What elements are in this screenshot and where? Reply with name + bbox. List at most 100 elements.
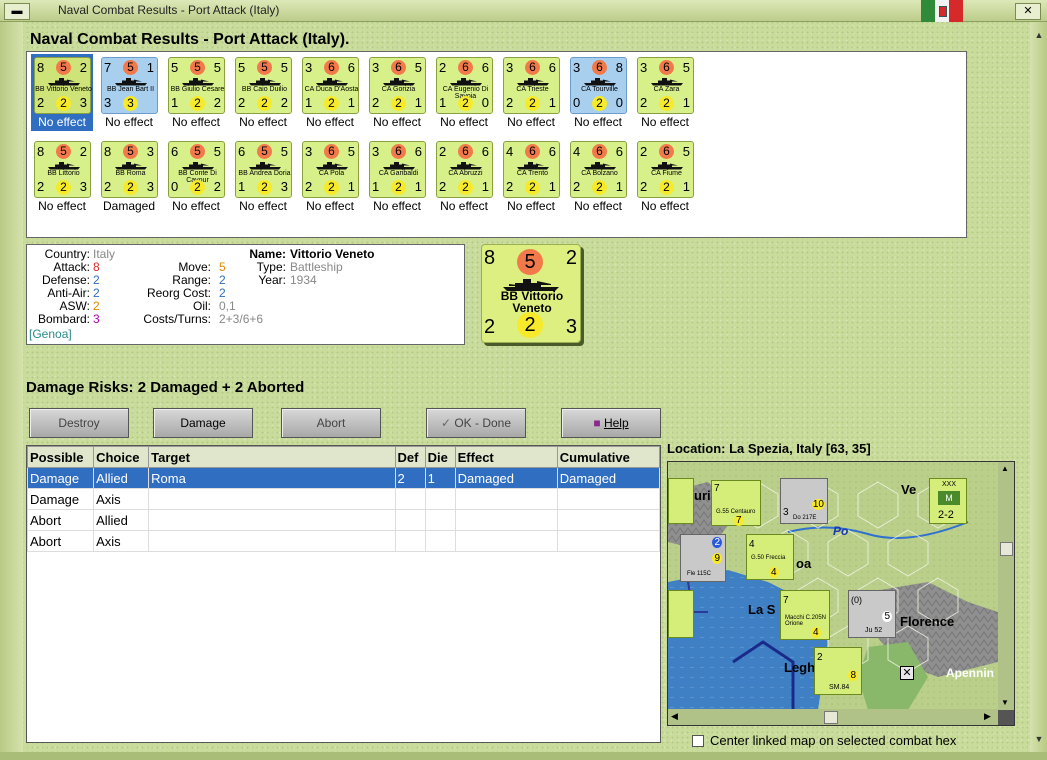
counter-defense: 2 — [305, 179, 313, 194]
map-unit-partial[interactable] — [668, 478, 694, 524]
unit-card[interactable]: 2 6 6 CA Abruzzi 2 2 1 No effect — [433, 138, 495, 215]
unit-card[interactable]: 266CA Eugenio Di Savoia120No effect — [433, 54, 495, 131]
column-header[interactable]: Def — [394, 446, 426, 468]
map-unit-g50[interactable]: 4 G.50 Freccia 4 — [746, 534, 794, 580]
counter-attack: 6 — [238, 144, 246, 159]
map-label-legh: Legh — [784, 660, 816, 675]
damage-button[interactable]: Damage — [153, 408, 253, 438]
counter-attack: 8 — [37, 144, 45, 159]
name-label: Name: — [249, 247, 286, 261]
unit-counter: 266CA Eugenio Di Savoia120 — [436, 57, 493, 114]
unit-card[interactable]: 8 5 2 BB Littorio 2 2 3 No effect — [31, 138, 93, 215]
unit-card[interactable]: 8 5 3 BB Roma 2 2 3 Damaged — [98, 138, 160, 215]
unit-card[interactable]: 5 5 5 BB Giulio Cesare 1 2 2 No effect — [165, 54, 227, 131]
counter-move: 5 — [257, 144, 272, 159]
counter-name: BB Roma — [115, 170, 146, 177]
table-row[interactable]: Damage Allied Roma 2 1 Damaged Damaged — [26, 467, 661, 489]
destroy-button[interactable]: Destroy — [29, 408, 129, 438]
column-header[interactable]: Possible — [26, 446, 95, 468]
map-unit-macchi[interactable]: 7 Macchi C.205N Orione 4 — [780, 590, 830, 640]
table-row[interactable]: Abort Allied — [26, 509, 661, 531]
port-link[interactable]: [Genoa] — [29, 327, 72, 341]
close-button[interactable]: ✕ — [1015, 3, 1041, 20]
counter-defense: 3 — [104, 95, 112, 110]
map-unit-vosges[interactable]: XXX M 2-2 — [929, 478, 967, 524]
map-unit-fle115c[interactable]: 2 9 Fle 115C — [680, 534, 726, 582]
unit-status: No effect — [105, 115, 153, 129]
linked-map[interactable]: Po urin oa La S Florence Apennin Legh Ve… — [667, 461, 1015, 726]
map-horizontal-thumb[interactable] — [824, 711, 838, 724]
counter-defense: 0 — [171, 179, 179, 194]
country-label: Country: — [44, 247, 90, 261]
counter-name: CA Bolzano — [581, 170, 618, 177]
counter-defense: 2 — [484, 316, 496, 338]
column-header[interactable]: Die — [424, 446, 456, 468]
counter-bombard: 1 — [682, 95, 690, 110]
unit-card[interactable]: 3 6 5 CA Gorizia 2 2 1 No effect — [366, 54, 428, 131]
unit-status: No effect — [172, 199, 220, 213]
system-menu-button[interactable]: ▬ — [4, 3, 30, 20]
unit-counter: 8 5 2 BB Vittorio Veneto 2 2 3 — [34, 57, 92, 114]
unit-card[interactable]: 4 6 6 CA Trento 2 2 1 No effect — [500, 138, 562, 215]
column-header[interactable]: Choice — [93, 446, 150, 468]
map-unit-partial-2[interactable] — [668, 590, 694, 638]
map-scroll-right-icon[interactable]: ▶ — [984, 711, 991, 722]
counter-name: CA Abruzzi — [448, 170, 483, 177]
unit-card[interactable]: 7 5 1 BB Jean Bart II 3 3 No effect — [98, 54, 160, 131]
counter-asw: 6 — [414, 144, 422, 159]
counter-asw: 2 — [565, 247, 577, 269]
table-row[interactable]: Damage Axis — [26, 488, 661, 510]
map-unit-sm84[interactable]: 2 8 SM.84 — [814, 647, 862, 695]
unit-card[interactable]: 3 6 6 CA Garibaldi 1 2 1 No effect — [366, 138, 428, 215]
map-unit-do217[interactable]: 3 Do 217E 10 — [780, 478, 828, 524]
counter-asw: 5 — [347, 144, 355, 159]
unit-counter: 8 5 3 BB Roma 2 2 3 — [101, 141, 158, 198]
table-cell — [394, 530, 426, 552]
ship-icon — [115, 162, 147, 170]
counter-defense: 2 — [573, 179, 581, 194]
center-map-checkbox[interactable]: Center linked map on selected combat hex — [692, 733, 956, 748]
unit-card[interactable]: 3 6 6 CA Duca D'Aosta 1 2 1 No effect — [299, 54, 361, 131]
unit-card[interactable]: 4 6 6 CA Bolzano 2 2 1 No effect — [567, 138, 629, 215]
counter-antiair: 2 — [592, 96, 607, 111]
map-vertical-thumb[interactable] — [1000, 542, 1013, 556]
help-button[interactable]: ■ Help — [561, 408, 661, 438]
counter-defense: 2 — [640, 95, 648, 110]
map-scroll-up-icon[interactable]: ▲ — [1001, 464, 1009, 473]
unit-status: No effect — [507, 199, 555, 213]
unit-card[interactable]: 2 6 5 CA Fiume 2 2 1 No effect — [634, 138, 696, 215]
counter-antiair: 3 — [123, 96, 138, 111]
counter-name: CA Trento — [516, 170, 549, 177]
map-unit-ju52[interactable]: (0) 5 Ju 52 — [848, 590, 896, 638]
table-row[interactable]: Abort Axis — [26, 530, 661, 552]
map-horizontal-scrollbar[interactable]: ◀ ▶ — [668, 709, 998, 725]
unit-counter: 3 6 5 CA Zara 2 2 1 — [637, 57, 694, 114]
scroll-down-icon[interactable]: ▼ — [1033, 734, 1045, 744]
unit-card[interactable]: 3 6 5 CA Pola 2 2 1 No effect — [299, 138, 361, 215]
counter-asw: 6 — [481, 144, 489, 159]
map-scroll-down-icon[interactable]: ▼ — [1001, 698, 1009, 707]
table-cell — [454, 488, 558, 510]
checkbox-box[interactable] — [692, 735, 704, 747]
unit-card[interactable]: 3 6 5 CA Zara 2 2 1 No effect — [634, 54, 696, 131]
unit-card[interactable]: 3 6 6 CA Trieste 2 2 1 No effect — [500, 54, 562, 131]
unit-card[interactable]: 655BB Conte Di Cavour022No effect — [165, 138, 227, 215]
column-header[interactable]: Cumulative — [556, 446, 661, 468]
column-header[interactable]: Target — [148, 446, 396, 468]
scroll-up-icon[interactable]: ▲ — [1033, 30, 1045, 40]
counter-move: 5 — [123, 60, 138, 75]
unit-card[interactable]: 6 5 5 BB Andrea Doria 1 2 3 No effect — [232, 138, 294, 215]
column-header[interactable]: Effect — [454, 446, 558, 468]
unit-card[interactable]: 8 5 2 BB Vittorio Veneto 2 2 3 No effect — [31, 54, 93, 131]
unit-card[interactable]: 5 5 5 BB Caio Duilio 2 2 2 No effect — [232, 54, 294, 131]
abort-button[interactable]: Abort — [281, 408, 381, 438]
table-cell — [454, 530, 558, 552]
airfield-icon: ✕ — [900, 666, 914, 680]
ok-done-button[interactable]: ✓ OK - Done — [426, 408, 526, 438]
counter-bombard: 1 — [548, 179, 556, 194]
map-scroll-left-icon[interactable]: ◀ — [671, 711, 678, 722]
map-vertical-scrollbar[interactable]: ▲ ▼ — [998, 462, 1014, 710]
counter-move: 6 — [659, 60, 674, 75]
unit-card[interactable]: 3 6 8 CA Tourville 0 2 0 No effect — [567, 54, 629, 131]
map-unit-g55[interactable]: 7 G.55 Centauro 7 — [711, 480, 761, 526]
